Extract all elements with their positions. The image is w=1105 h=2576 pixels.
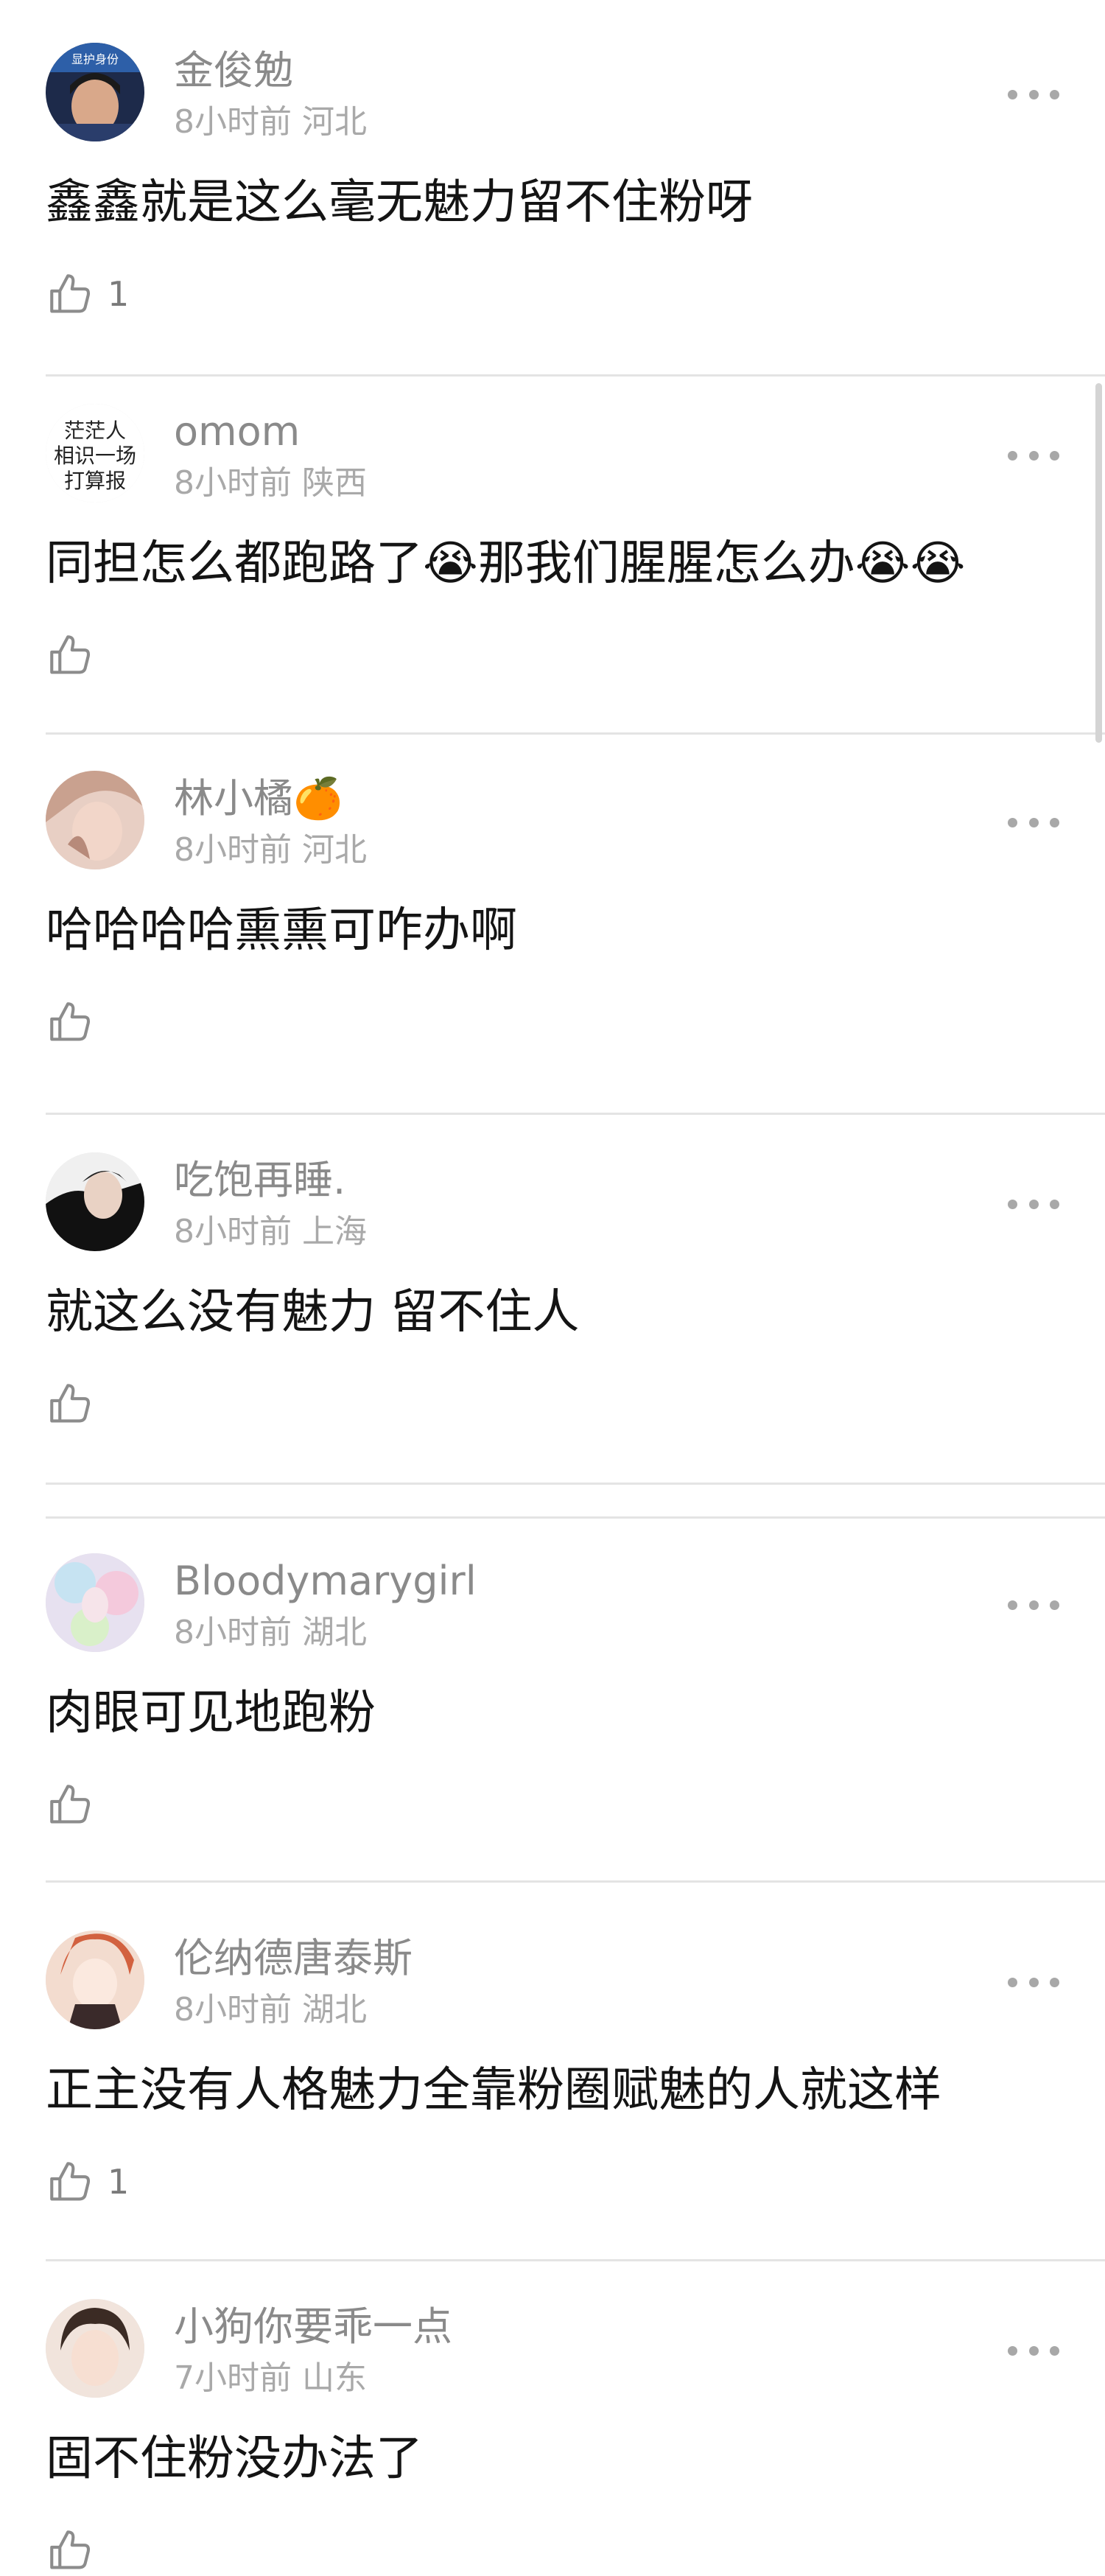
avatar[interactable]: 茫茫人 相识一场 打算报 <box>46 404 144 503</box>
svg-text:打算报: 打算报 <box>64 469 126 493</box>
avatar[interactable]: 显护身份 <box>46 43 144 141</box>
like-button[interactable] <box>46 2524 108 2576</box>
avatar-image <box>46 2299 144 2398</box>
more-options-icon[interactable] <box>1008 1596 1059 1614</box>
comment-meta: 8小时前 河北 <box>174 103 367 141</box>
avatar-caption: 显护身份 <box>71 52 119 66</box>
thumbs-up-icon <box>50 274 91 313</box>
username[interactable]: 林小橘🍊 <box>174 775 343 822</box>
avatar[interactable] <box>46 1931 144 2029</box>
divider <box>46 1516 1105 1519</box>
thumbs-up-icon <box>50 1785 91 1824</box>
comment-location: 河北 <box>302 831 367 869</box>
comment-text: 鑫鑫就是这么毫无魅力留不住粉呀 <box>46 175 753 230</box>
comment-time: 8小时前 <box>174 103 292 141</box>
like-button[interactable] <box>46 629 108 681</box>
comment-time: 7小时前 <box>174 2359 292 2397</box>
comment-location: 湖北 <box>302 1991 367 2029</box>
comment-time: 8小时前 <box>174 1614 292 1651</box>
more-options-icon[interactable] <box>1008 1973 1059 1991</box>
svg-text:相识一场: 相识一场 <box>54 444 136 468</box>
scrollbar[interactable] <box>1095 383 1102 743</box>
more-options-icon[interactable] <box>1008 813 1059 831</box>
comment-time: 8小时前 <box>174 831 292 869</box>
crying-emoji: 😭😭 <box>855 536 966 591</box>
thumbs-up-icon <box>50 1002 91 1041</box>
avatar[interactable] <box>46 1553 144 1652</box>
divider <box>46 1113 1105 1115</box>
tangerine-emoji: 🍊 <box>293 775 343 822</box>
username[interactable]: 小狗你要乖一点 <box>174 2303 452 2351</box>
comment-location: 山东 <box>302 2359 367 2397</box>
comment-meta: 8小时前 陕西 <box>174 464 367 503</box>
like-count: 1 <box>108 274 130 314</box>
like-button[interactable]: 1 <box>46 2156 129 2208</box>
comment-time: 8小时前 <box>174 1991 292 2029</box>
thumbs-up-icon <box>50 2162 91 2201</box>
crying-emoji: 😭 <box>423 536 478 591</box>
comment-location: 陕西 <box>302 464 367 502</box>
avatar-image <box>46 771 144 869</box>
avatar-image <box>46 1553 144 1652</box>
comment-meta: 8小时前 上海 <box>174 1213 367 1251</box>
like-button[interactable] <box>46 996 108 1048</box>
avatar[interactable] <box>46 2299 144 2398</box>
comment-text: 固不住粉没办法了 <box>46 2432 423 2486</box>
comment-text: 哈哈哈哈熏熏可咋办啊 <box>46 903 517 958</box>
avatar-image: 茫茫人 相识一场 打算报 <box>46 404 144 503</box>
username[interactable]: omom <box>174 408 300 455</box>
comment-meta: 8小时前 湖北 <box>174 1991 367 2029</box>
comment-time: 8小时前 <box>174 1213 292 1250</box>
more-options-icon[interactable] <box>1008 2342 1059 2359</box>
more-options-icon[interactable] <box>1008 1195 1059 1213</box>
svg-text:茫茫人: 茫茫人 <box>64 419 126 443</box>
divider <box>46 1880 1105 1883</box>
comment-meta: 8小时前 河北 <box>174 831 367 869</box>
like-button[interactable] <box>46 1779 108 1830</box>
username[interactable]: 伦纳德唐泰斯 <box>174 1935 413 1982</box>
comment-text: 就这么没有魅力 留不住人 <box>46 1285 580 1340</box>
divider <box>46 374 1105 377</box>
thumbs-up-icon <box>50 635 91 674</box>
avatar[interactable] <box>46 1152 144 1251</box>
comment-meta: 8小时前 湖北 <box>174 1614 367 1652</box>
thumbs-up-icon <box>50 1384 91 1423</box>
username[interactable]: 金俊勉 <box>174 47 293 94</box>
comment-text: 正主没有人格魅力全靠粉圈赋魅的人就这样 <box>46 2063 941 2118</box>
like-count: 1 <box>108 2162 130 2202</box>
comment-text: 同担怎么都跑路了😭那我们腥腥怎么办😭😭 <box>46 536 966 591</box>
username[interactable]: 吃饱再睡. <box>174 1157 345 1204</box>
more-options-icon[interactable] <box>1008 447 1059 464</box>
divider <box>46 732 1105 735</box>
more-options-icon[interactable] <box>1008 85 1059 103</box>
username[interactable]: Bloodymarygirl <box>174 1558 477 1605</box>
avatar-image: 显护身份 <box>46 43 144 141</box>
comment-location: 河北 <box>302 103 367 141</box>
comment-time: 8小时前 <box>174 464 292 502</box>
avatar-image <box>46 1152 144 1251</box>
divider <box>46 1483 1105 1485</box>
comment-meta: 7小时前 山东 <box>174 2359 367 2398</box>
comment-text: 肉眼可见地跑粉 <box>46 1686 376 1740</box>
like-button[interactable]: 1 <box>46 268 129 320</box>
like-button[interactable] <box>46 1378 108 1429</box>
comment-location: 湖北 <box>302 1614 367 1651</box>
avatar[interactable] <box>46 771 144 869</box>
avatar-image <box>46 1931 144 2029</box>
comment-location: 上海 <box>302 1213 367 1250</box>
thumbs-up-icon <box>50 2530 91 2569</box>
divider <box>46 2259 1105 2261</box>
